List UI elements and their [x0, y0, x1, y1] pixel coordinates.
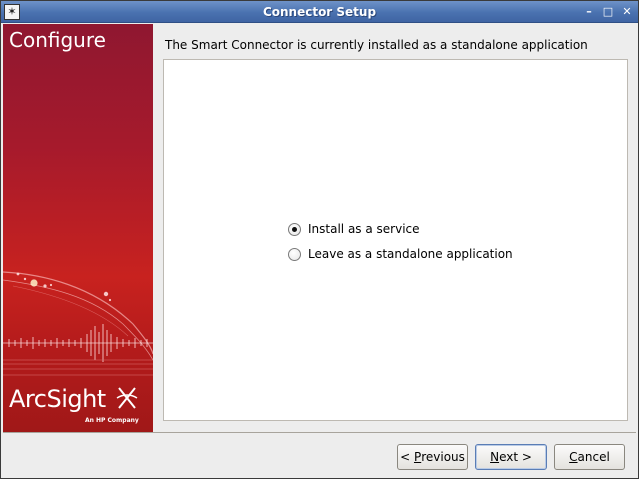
cancel-rest: ancel — [577, 450, 610, 464]
window-title: Connector Setup — [262, 5, 377, 19]
side-banner-artwork — [3, 271, 153, 376]
minimize-icon[interactable]: – — [582, 4, 596, 20]
radio-standalone[interactable] — [288, 247, 301, 261]
maximize-icon[interactable]: □ — [601, 4, 615, 20]
connector-setup-window: ✶ Connector Setup – □ ✕ Configure ArcSig… — [0, 0, 639, 479]
option-install-service[interactable]: Install as a service — [288, 222, 420, 236]
cancel-mnemonic: C — [569, 450, 578, 464]
option-label: Leave as a standalone application — [308, 247, 513, 261]
radio-install-service[interactable] — [288, 222, 301, 236]
cancel-button[interactable]: Cancel — [554, 444, 625, 470]
next-mnemonic: N — [490, 450, 500, 464]
previous-prefix: < — [400, 450, 414, 464]
close-icon[interactable]: ✕ — [620, 4, 634, 20]
footer-separator — [3, 432, 636, 433]
options-panel: Install as a service Leave as a standalo… — [163, 59, 628, 421]
side-banner: Configure ArcSight An HP Company — [3, 24, 153, 432]
status-message: The Smart Connector is currently install… — [165, 38, 588, 52]
option-standalone[interactable]: Leave as a standalone application — [288, 247, 513, 261]
option-label: Install as a service — [308, 222, 420, 236]
arcsight-logo-text: ArcSight — [9, 385, 106, 413]
previous-mnemonic: P — [413, 450, 422, 464]
arcsight-logo-icon — [116, 387, 138, 409]
next-button[interactable]: Next > — [475, 444, 547, 470]
title-bar[interactable]: ✶ Connector Setup – □ ✕ — [1, 1, 638, 23]
previous-button[interactable]: < Previous — [397, 444, 468, 470]
next-rest: ext > — [499, 450, 532, 464]
previous-rest: revious — [421, 450, 465, 464]
window-controls: – □ ✕ — [582, 4, 634, 20]
side-heading: Configure — [9, 28, 106, 52]
arcsight-logo-subtext: An HP Company — [85, 417, 139, 424]
